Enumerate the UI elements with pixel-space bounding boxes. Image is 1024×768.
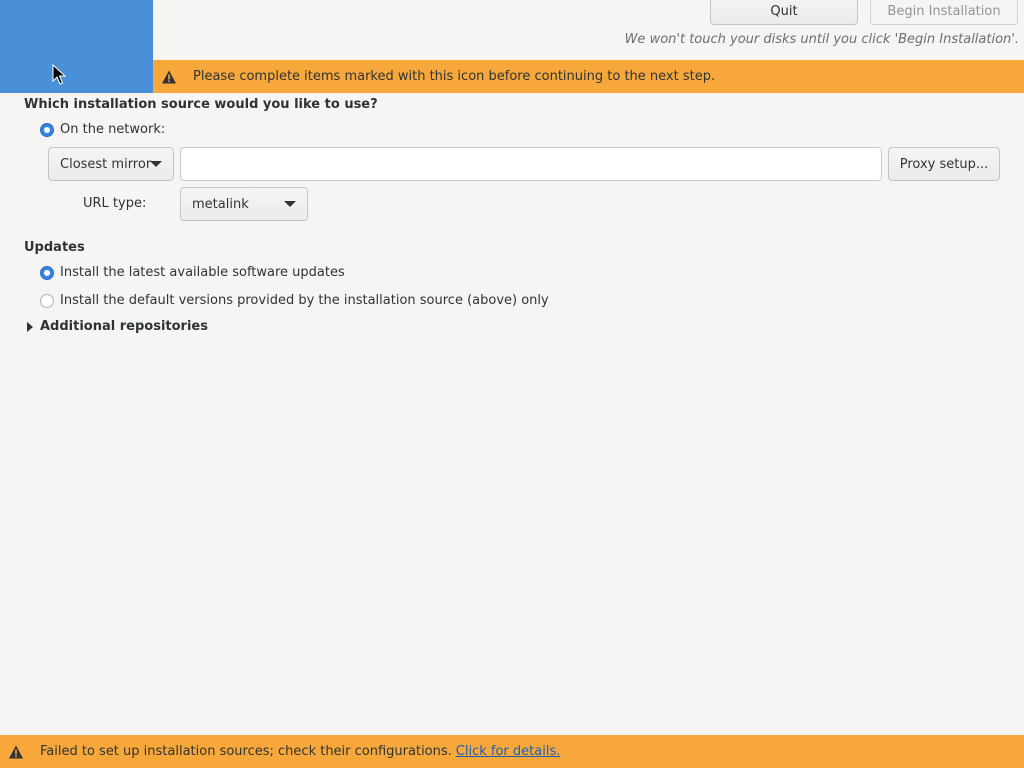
url-input[interactable] — [180, 147, 882, 181]
begin-installation-button[interactable]: Begin Installation — [870, 0, 1018, 25]
url-type-combo[interactable]: metalink — [180, 187, 308, 221]
update-default-label: Install the default versions provided by… — [60, 293, 549, 308]
expander-arrow-icon — [27, 321, 33, 332]
error-status-text: Failed to set up installation sources; c… — [40, 744, 452, 759]
network-radio[interactable] — [40, 122, 54, 137]
updates-section-title: Updates — [24, 240, 85, 255]
warning-banner-text: Please complete items marked with this i… — [193, 69, 716, 84]
details-link[interactable]: Click for details. — [456, 744, 561, 759]
chevron-down-icon — [284, 201, 296, 207]
warning-icon — [8, 744, 24, 760]
warning-icon — [161, 69, 177, 85]
source-section-title: Which installation source would you like… — [24, 97, 378, 112]
url-type-combo-value: metalink — [192, 196, 249, 212]
mirror-combo[interactable]: Closest mirror — [48, 147, 174, 181]
additional-repositories-label: Additional repositories — [40, 319, 208, 334]
additional-repositories-expander[interactable]: Additional repositories — [27, 319, 208, 334]
quit-button[interactable]: Quit — [710, 0, 858, 25]
mirror-combo-value: Closest mirror — [60, 156, 152, 172]
network-radio-label: On the network: — [60, 122, 166, 137]
update-option-default[interactable]: Install the default versions provided by… — [40, 293, 549, 308]
url-type-label: URL type: — [83, 196, 147, 211]
update-option-latest[interactable]: Install the latest available software up… — [40, 265, 345, 280]
network-radio-row[interactable]: On the network: — [40, 122, 165, 137]
mouse-cursor-icon — [52, 63, 67, 86]
warning-banner: Please complete items marked with this i… — [153, 60, 1024, 93]
update-default-radio[interactable] — [40, 293, 54, 308]
chevron-down-icon — [150, 161, 162, 167]
update-latest-radio[interactable] — [40, 265, 54, 280]
update-latest-label: Install the latest available software up… — [60, 265, 345, 280]
proxy-setup-button[interactable]: Proxy setup... — [888, 147, 1000, 181]
sidebar-strip — [0, 0, 153, 93]
disk-note: We won't touch your disks until you clic… — [624, 32, 1019, 47]
error-status-bar: Failed to set up installation sources; c… — [0, 735, 1024, 768]
